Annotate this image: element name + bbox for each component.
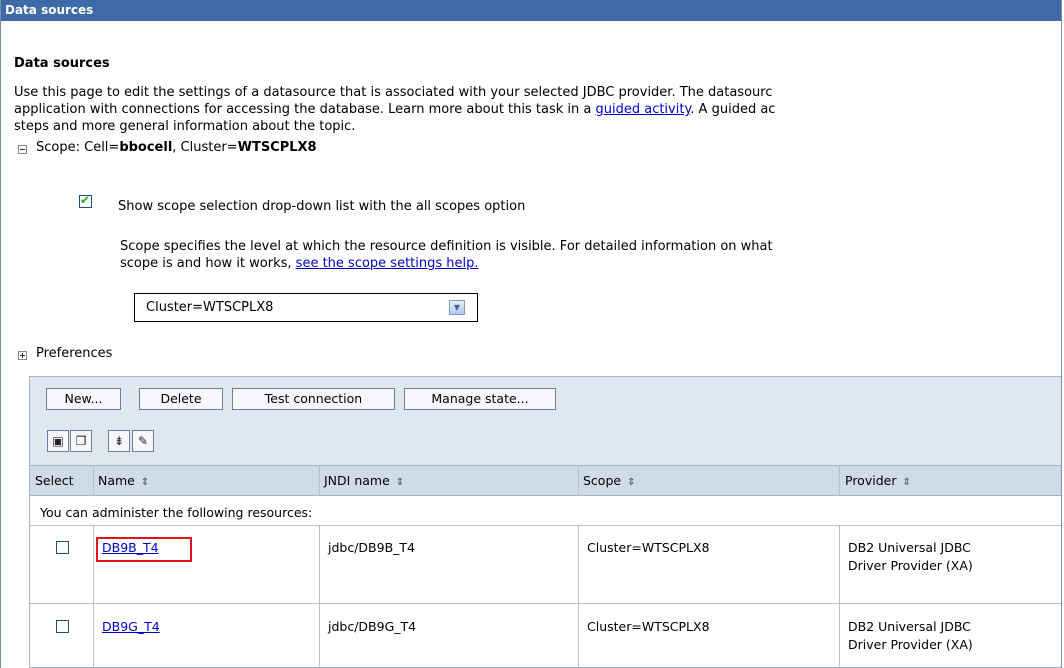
deselect-all-icon[interactable]: ❐ [70, 430, 92, 452]
expand-preferences-icon[interactable] [18, 351, 27, 360]
row-select-checkbox[interactable] [56, 620, 69, 633]
scope-help-line-2: scope is and how it works, see the scope… [120, 256, 479, 271]
scope-help-text: scope is and how it works, [120, 256, 296, 271]
preferences-label[interactable]: Preferences [36, 346, 112, 361]
jndi-header-label: JNDI name [324, 473, 390, 488]
select-all-icon[interactable]: ▣ [47, 430, 69, 452]
column-divider [839, 465, 840, 496]
sort-icon[interactable]: ⇕ [902, 477, 910, 488]
scope-cluster-prefix: , Cluster= [172, 140, 238, 155]
scope-value: Cluster=WTSCPLX8 [587, 540, 710, 555]
scope-cluster: WTSCPLX8 [237, 140, 317, 155]
provider-column-header[interactable]: Provider ⇕ [845, 473, 911, 488]
column-divider [319, 465, 320, 496]
show-scope-dropdown-label: Show scope selection drop-down list with… [118, 199, 526, 214]
highlight-box [96, 537, 192, 562]
show-scope-dropdown-checkbox[interactable] [79, 193, 92, 208]
window-title: Data sources [1, 0, 1061, 21]
jndi-name: jdbc/DB9G_T4 [328, 619, 417, 634]
provider-header-label: Provider [845, 473, 897, 488]
name-column-header[interactable]: Name ⇕ [98, 473, 149, 488]
test-connection-button[interactable]: Test connection [232, 388, 395, 410]
description-line-1: Use this page to edit the settings of a … [14, 85, 773, 100]
column-divider [93, 525, 94, 668]
guided-activity-link[interactable]: guided activity [595, 102, 690, 117]
description-line-2: application with connections for accessi… [14, 102, 775, 117]
jndi-column-header[interactable]: JNDI name ⇕ [324, 473, 404, 488]
name-header-label: Name [98, 473, 135, 488]
jndi-name: jdbc/DB9B_T4 [328, 540, 415, 555]
description-line-3: steps and more general information about… [14, 119, 356, 134]
description-text: application with connections for accessi… [14, 102, 596, 117]
column-divider [93, 465, 94, 496]
delete-button[interactable]: Delete [139, 388, 223, 410]
provider-line-1: DB2 Universal JDBC [848, 540, 971, 555]
provider-line-2: Driver Provider (XA) [848, 558, 973, 573]
page-title: Data sources [14, 56, 110, 71]
scope-header-label: Scope [583, 473, 622, 488]
select-column-header: Select [35, 473, 74, 488]
sort-icon[interactable]: ⇕ [627, 477, 635, 488]
provider-line-2: Driver Provider (XA) [848, 637, 973, 652]
scope-column-header[interactable]: Scope ⇕ [583, 473, 635, 488]
manage-state-button[interactable]: Manage state... [404, 388, 556, 410]
column-divider [839, 525, 840, 668]
scope-select-value: Cluster=WTSCPLX8 [146, 300, 274, 315]
scope-settings-help-link[interactable]: see the scope settings help. [296, 256, 479, 271]
main-frame: Data sources Data sources Use this page … [0, 0, 1062, 668]
row-select-checkbox[interactable] [56, 541, 69, 554]
provider-line-1: DB2 Universal JDBC [848, 619, 971, 634]
scope-value: Cluster=WTSCPLX8 [587, 619, 710, 634]
show-filter-icon[interactable]: ⇟ [108, 430, 130, 452]
group-label: You can administer the following resourc… [40, 505, 313, 520]
clear-filter-icon[interactable]: ✎ [132, 430, 154, 452]
data-sources-table-panel: New... Delete Test connection Manage sta… [29, 376, 1061, 668]
description-text-tail: . A guided ac [690, 102, 776, 117]
button-bar: New... Delete Test connection Manage sta… [30, 377, 1061, 425]
new-button[interactable]: New... [46, 388, 121, 410]
column-divider [578, 525, 579, 668]
sort-icon[interactable]: ⇕ [141, 477, 149, 488]
chevron-down-icon[interactable]: ▼ [449, 300, 465, 315]
scope-prefix: Scope: Cell= [36, 140, 120, 155]
table-header: Select Name ⇕ JNDI name ⇕ Scope ⇕ Provider ⇕ [30, 465, 1061, 496]
sort-icon[interactable]: ⇕ [396, 477, 404, 488]
scope-cell: bbocell [119, 140, 173, 155]
column-divider [319, 525, 320, 668]
scope-select[interactable]: Cluster=WTSCPLX8 ▼ [134, 293, 478, 322]
collapse-scope-icon[interactable] [18, 145, 27, 154]
row-divider [30, 603, 1061, 604]
scope-heading: Scope: Cell=bbocell, Cluster=WTSCPLX8 [36, 140, 317, 155]
column-divider [578, 465, 579, 496]
datasource-name-link[interactable]: DB9G_T4 [102, 618, 160, 636]
scope-help-line-1: Scope specifies the level at which the r… [120, 239, 773, 254]
row-divider [30, 525, 1061, 526]
icon-bar: ▣ ❐ ⇟ ✎ [30, 425, 1061, 465]
